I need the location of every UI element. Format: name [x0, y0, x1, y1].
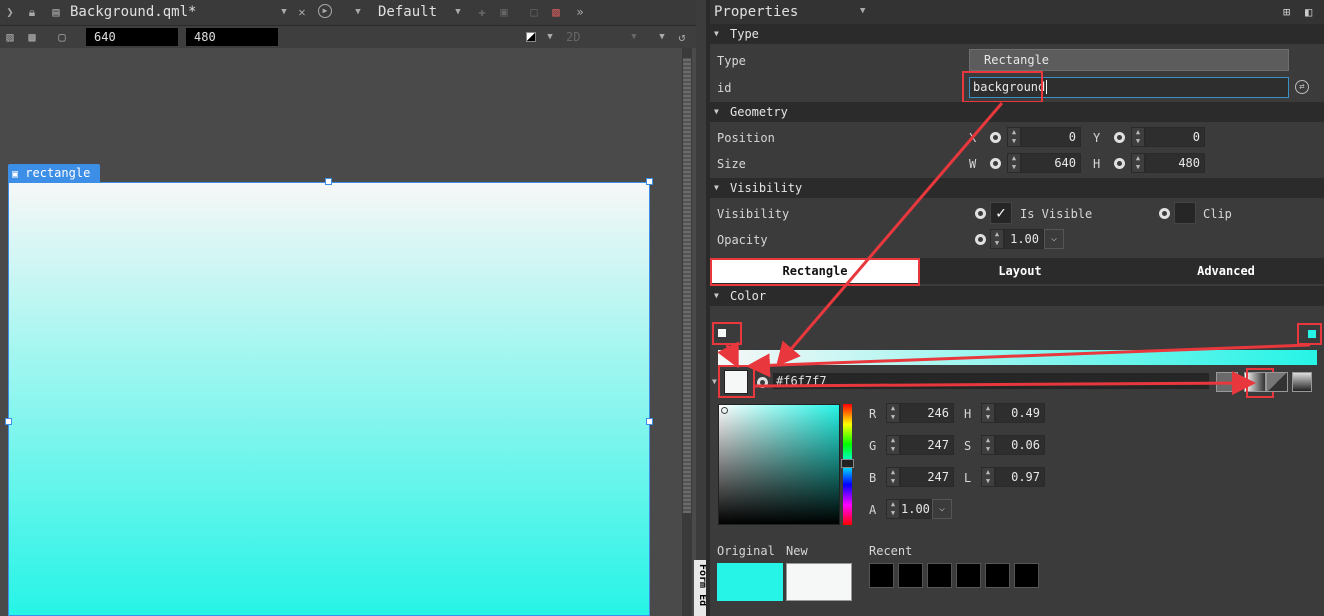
arrow-start-to-swatch	[717, 341, 739, 369]
annotation-arrows	[717, 102, 1311, 396]
arrow-swatch-to-gradient-button	[754, 371, 1256, 396]
arrow-id-to-gradient	[776, 102, 1004, 367]
arrow-end-to-swatch	[746, 343, 1311, 378]
